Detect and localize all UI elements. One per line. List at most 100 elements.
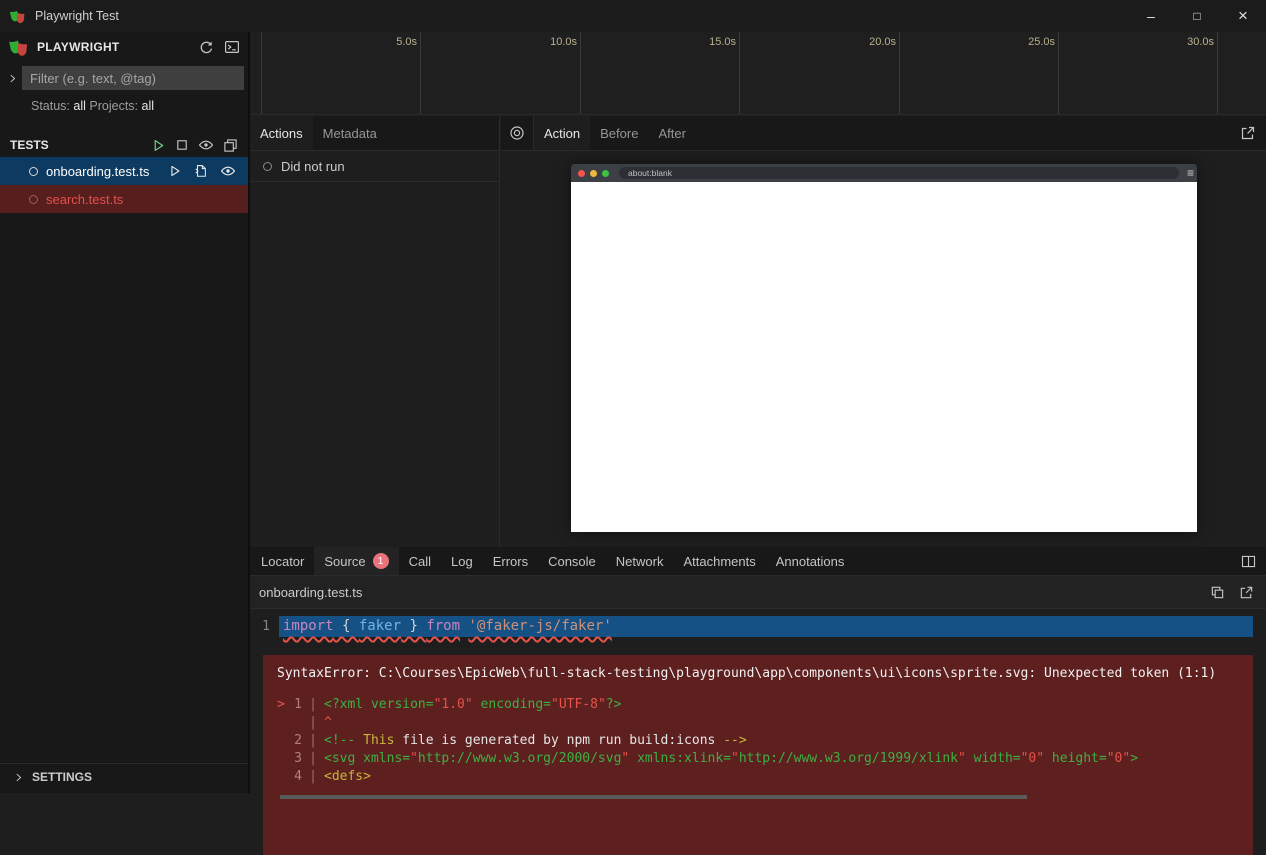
reload-icon[interactable]: [199, 40, 214, 55]
tab-source[interactable]: Source 1: [314, 547, 398, 575]
status-value[interactable]: all: [73, 99, 86, 113]
address-bar[interactable]: about:blank: [619, 167, 1179, 179]
test-row-search[interactable]: search.test.ts: [0, 185, 248, 213]
copy-icon[interactable]: [1210, 585, 1225, 600]
timeline-gridline: [1217, 32, 1218, 114]
tab-errors[interactable]: Errors: [483, 547, 538, 575]
tab-actions[interactable]: Actions: [250, 116, 313, 150]
horizontal-scrollbar[interactable]: [250, 795, 1266, 799]
open-source-file-icon[interactable]: [194, 164, 208, 178]
browser-menu-icon[interactable]: ≡: [1187, 167, 1194, 179]
line-number: 1: [250, 616, 279, 637]
error-code-text: <svg xmlns="http://www.w3.org/2000/svg" …: [324, 750, 1138, 768]
code-token: <svg xmlns=: [324, 751, 410, 766]
projects-label: Projects:: [89, 99, 138, 113]
tab-before[interactable]: Before: [590, 116, 648, 150]
filter-row: [0, 64, 248, 92]
split-view-icon[interactable]: [1241, 547, 1266, 575]
source-code-text: import { faker } from '@faker-js/faker': [279, 616, 1253, 637]
close-light-icon: [578, 170, 585, 177]
open-snapshot-external-icon[interactable]: [1240, 116, 1266, 150]
code-token: ": [410, 751, 418, 766]
test-status-circle-icon: [29, 195, 38, 204]
status-label: Status:: [31, 99, 70, 113]
tab-network[interactable]: Network: [606, 547, 674, 575]
tab-attachments[interactable]: Attachments: [673, 547, 765, 575]
run-test-icon[interactable]: [168, 164, 182, 178]
code-token: ^: [324, 715, 332, 730]
error-code-line: 2|<!-- This file is generated by npm run…: [277, 732, 1245, 750]
error-line-marker: [277, 714, 291, 732]
code-token: <?xml version=: [324, 697, 434, 712]
tab-call[interactable]: Call: [399, 547, 441, 575]
timeline-tick-label: 30.0s: [1152, 36, 1214, 48]
code-token: from: [426, 618, 460, 634]
chevron-right-icon[interactable]: [2, 73, 22, 84]
middle-row: Actions Metadata Did not run Action Befo…: [250, 116, 1266, 547]
timeline-gridline: [580, 32, 581, 114]
close-button[interactable]: ×: [1220, 0, 1266, 32]
chevron-right-icon: [13, 772, 24, 783]
error-code-text: <?xml version="1.0" encoding="UTF-8"?>: [324, 696, 621, 714]
error-gutter-pipe: |: [302, 750, 324, 768]
window-title: Playwright Test: [35, 9, 119, 23]
code-token: http://www.w3.org/2000/svg: [418, 751, 622, 766]
browser-chrome: about:blank ≡: [571, 164, 1197, 182]
actions-empty-label: Did not run: [281, 159, 345, 174]
code-token: width=: [966, 751, 1021, 766]
error-line-number: 1: [291, 696, 302, 714]
tab-action[interactable]: Action: [534, 116, 590, 150]
tab-metadata[interactable]: Metadata: [313, 116, 387, 150]
watch-test-icon[interactable]: [220, 163, 236, 179]
code-token: faker: [359, 618, 401, 634]
tab-source-label: Source: [324, 554, 365, 569]
code-token: ?>: [606, 697, 622, 712]
open-external-icon[interactable]: [1239, 585, 1254, 600]
stop-icon[interactable]: [175, 138, 189, 152]
error-code-line: 3|<svg xmlns="http://www.w3.org/2000/svg…: [277, 750, 1245, 768]
code-token: <!--: [324, 733, 363, 748]
error-line-marker: >: [277, 696, 291, 714]
code-token: file is generated by npm run build:icons: [394, 733, 723, 748]
error-line-number: [291, 714, 302, 732]
code-token: ": [958, 751, 966, 766]
tests-header-label: TESTS: [10, 138, 142, 152]
test-row-onboarding[interactable]: onboarding.test.ts: [0, 157, 248, 185]
tab-after[interactable]: After: [648, 116, 695, 150]
watch-all-icon[interactable]: [198, 137, 214, 153]
collapse-all-icon[interactable]: [223, 138, 238, 153]
maximize-button[interactable]: □: [1174, 0, 1220, 32]
status-row: Status: all Projects: all: [0, 92, 248, 119]
scrollbar-thumb[interactable]: [280, 795, 1027, 799]
code-token: }: [401, 618, 426, 634]
error-gutter-pipe: |: [302, 732, 324, 750]
tab-annotations[interactable]: Annotations: [766, 547, 855, 575]
tab-log[interactable]: Log: [441, 547, 483, 575]
error-line-marker: [277, 732, 291, 750]
timeline-tick-label: 25.0s: [993, 36, 1055, 48]
projects-value[interactable]: all: [142, 99, 155, 113]
timeline-gridline: [1058, 32, 1059, 114]
timeline[interactable]: 5.0s 10.0s 15.0s 20.0s 25.0s 30.0s: [250, 32, 1266, 115]
filter-input[interactable]: [22, 66, 244, 90]
timeline-tick-label: 10.0s: [515, 36, 577, 48]
code-token: {: [334, 618, 359, 634]
source-error-badge: 1: [373, 553, 389, 569]
snapshot-panel: Action Before After: [501, 116, 1266, 547]
settings-section[interactable]: SETTINGS: [0, 763, 248, 790]
run-all-icon[interactable]: [151, 138, 166, 153]
sidebar: PLAYWRIGHT Status: all Projects: all TES…: [0, 32, 250, 793]
source-file-bar: onboarding.test.ts: [250, 576, 1266, 609]
minimize-button[interactable]: –: [1128, 0, 1174, 32]
tab-console[interactable]: Console: [538, 547, 606, 575]
timeline-gridline: [420, 32, 421, 114]
code-token: ": [731, 751, 739, 766]
pick-locator-button[interactable]: [501, 116, 534, 150]
error-line-marker: [277, 768, 291, 786]
tab-locator[interactable]: Locator: [251, 547, 314, 575]
browser-page-content: [571, 182, 1197, 532]
code-token: xmlns:xlink=: [629, 751, 731, 766]
source-code-area[interactable]: 1 import { faker } from '@faker-js/faker…: [250, 616, 1266, 799]
test-name: onboarding.test.ts: [46, 164, 168, 179]
terminal-icon[interactable]: [224, 39, 240, 55]
